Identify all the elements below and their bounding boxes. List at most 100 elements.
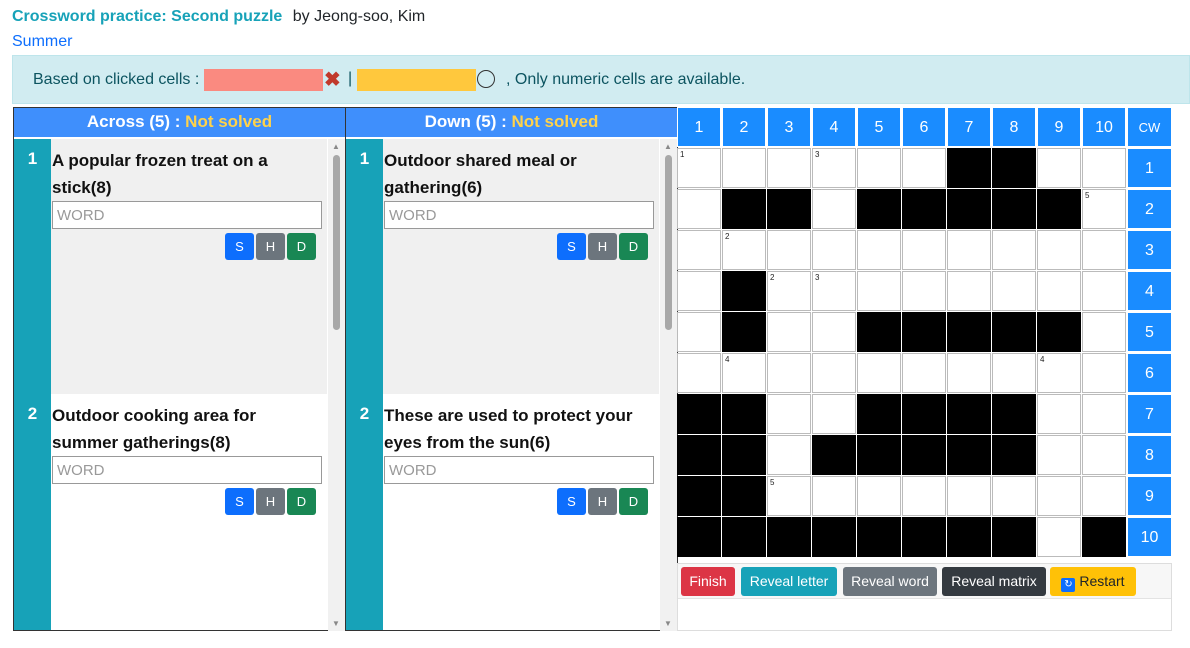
grid-cell[interactable] (1037, 476, 1081, 516)
grid-cell[interactable]: 4 (722, 353, 766, 393)
grid-cell[interactable] (857, 230, 901, 270)
grid-cell[interactable] (1037, 517, 1081, 557)
grid-cell[interactable] (767, 394, 811, 434)
grid-cell[interactable] (1082, 312, 1126, 352)
grid-cell[interactable] (1082, 394, 1126, 434)
reveal-matrix-button[interactable]: Reveal matrix (942, 567, 1046, 596)
hint-button[interactable]: H (588, 233, 617, 260)
grid-cell[interactable] (677, 271, 721, 311)
answer-input[interactable] (52, 201, 322, 229)
grid-cell[interactable] (947, 353, 991, 393)
grid-cell[interactable]: 2 (767, 271, 811, 311)
grid-cell[interactable] (902, 148, 946, 188)
row-header-4: 4 (1127, 271, 1172, 311)
grid-cell[interactable] (902, 476, 946, 516)
grid-cell[interactable] (722, 148, 766, 188)
grid-cell[interactable] (857, 353, 901, 393)
hint-button[interactable]: H (256, 488, 285, 515)
clue-number-badge: 1 (346, 139, 383, 394)
done-button[interactable]: D (287, 488, 316, 515)
done-button[interactable]: D (619, 488, 648, 515)
grid-cell[interactable] (1082, 476, 1126, 516)
scroll-down-icon[interactable]: ▼ (332, 619, 340, 628)
answer-input[interactable] (384, 201, 654, 229)
grid-cell[interactable] (767, 148, 811, 188)
grid-cell[interactable] (677, 189, 721, 229)
grid-cell[interactable] (812, 230, 856, 270)
grid-cell[interactable] (812, 353, 856, 393)
grid-cell[interactable] (947, 230, 991, 270)
grid-cell[interactable] (1082, 230, 1126, 270)
grid-cell[interactable]: 4 (1037, 353, 1081, 393)
hint-button[interactable]: H (256, 233, 285, 260)
grid-cell[interactable] (1082, 353, 1126, 393)
grid-cell[interactable] (902, 271, 946, 311)
clue-item-across-1[interactable]: 1 A popular frozen treat on a stick(8) S… (14, 139, 327, 394)
solve-button[interactable]: S (225, 488, 254, 515)
grid-cell[interactable] (677, 230, 721, 270)
grid-cell[interactable] (857, 271, 901, 311)
across-scrollbar[interactable]: ▲ ▼ (328, 139, 345, 631)
hint-button[interactable]: H (588, 488, 617, 515)
grid-cell[interactable] (677, 312, 721, 352)
done-button[interactable]: D (287, 233, 316, 260)
grid-cell[interactable] (1082, 271, 1126, 311)
grid-cell[interactable] (767, 230, 811, 270)
grid-cell[interactable]: 3 (812, 271, 856, 311)
category-link[interactable]: Summer (12, 33, 72, 51)
grid-cell[interactable]: 5 (1082, 189, 1126, 229)
solve-button[interactable]: S (225, 233, 254, 260)
scroll-down-icon[interactable]: ▼ (664, 619, 672, 628)
grid-cell[interactable] (1037, 271, 1081, 311)
grid-cell[interactable]: 2 (722, 230, 766, 270)
grid-cell[interactable] (947, 271, 991, 311)
solve-button[interactable]: S (557, 233, 586, 260)
black-cell (1082, 517, 1126, 557)
grid-cell[interactable] (1082, 435, 1126, 475)
grid-cell[interactable] (992, 476, 1036, 516)
grid-cell[interactable] (902, 230, 946, 270)
scroll-thumb[interactable] (665, 155, 672, 330)
grid-cell[interactable] (812, 476, 856, 516)
restart-button[interactable]: ↻ Restart (1050, 567, 1136, 596)
clue-item-down-2[interactable]: 2 These are used to protect your eyes fr… (346, 394, 659, 630)
finish-button[interactable]: Finish (681, 567, 735, 596)
answer-input[interactable] (52, 456, 322, 484)
grid-cell[interactable] (1037, 394, 1081, 434)
answer-input[interactable] (384, 456, 654, 484)
grid-cell[interactable] (812, 394, 856, 434)
row-header-1: 1 (1127, 148, 1172, 188)
grid-cell[interactable] (677, 353, 721, 393)
clue-item-down-1[interactable]: 1 Outdoor shared meal or gathering(6) SH… (346, 139, 659, 394)
grid-cell[interactable] (1037, 435, 1081, 475)
done-button[interactable]: D (619, 233, 648, 260)
reveal-word-button[interactable]: Reveal word (843, 567, 937, 596)
grid-cell[interactable] (947, 476, 991, 516)
scroll-thumb[interactable] (333, 155, 340, 330)
scroll-up-icon[interactable]: ▲ (332, 142, 340, 151)
grid-cell[interactable] (857, 476, 901, 516)
grid-cell[interactable] (902, 353, 946, 393)
reveal-letter-button[interactable]: Reveal letter (741, 567, 837, 596)
clue-item-across-2[interactable]: 2 Outdoor cooking area for summer gather… (14, 394, 327, 630)
grid-cell[interactable] (1082, 148, 1126, 188)
grid-cell[interactable] (857, 148, 901, 188)
grid-cell[interactable] (812, 189, 856, 229)
grid-cell[interactable] (992, 271, 1036, 311)
grid-cell[interactable] (767, 353, 811, 393)
grid-cell[interactable]: 1 (677, 148, 721, 188)
grid-cell[interactable]: 5 (767, 476, 811, 516)
grid-cell[interactable] (992, 353, 1036, 393)
down-scrollbar[interactable]: ▲ ▼ (660, 139, 677, 631)
row-header-6: 6 (1127, 353, 1172, 393)
scroll-up-icon[interactable]: ▲ (664, 142, 672, 151)
grid-cell[interactable] (1037, 148, 1081, 188)
across-panel: Across (5) : Not solved 1 A popular froz… (13, 107, 346, 631)
grid-cell[interactable] (767, 312, 811, 352)
solve-button[interactable]: S (557, 488, 586, 515)
grid-cell[interactable] (1037, 230, 1081, 270)
grid-cell[interactable]: 3 (812, 148, 856, 188)
grid-cell[interactable] (992, 230, 1036, 270)
grid-cell[interactable] (812, 312, 856, 352)
grid-cell[interactable] (767, 435, 811, 475)
